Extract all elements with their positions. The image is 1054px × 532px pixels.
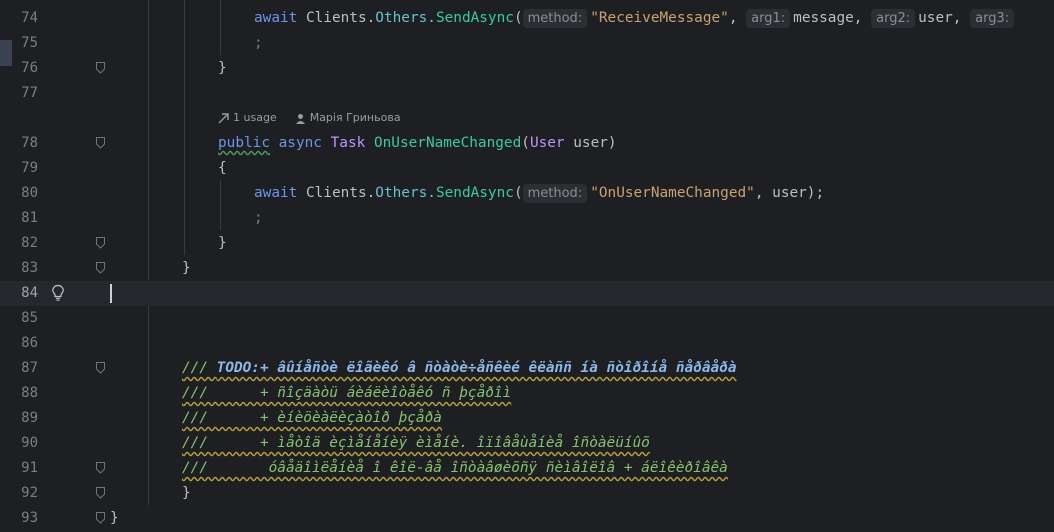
fold-end-icon[interactable] xyxy=(96,62,105,74)
code-line[interactable]: 78 public async Task OnUserNameChanged(U… xyxy=(0,131,1054,156)
line-number: 83 xyxy=(21,260,38,276)
code-line[interactable]: 81 ; xyxy=(0,206,1054,231)
parameter-hint: arg1: xyxy=(746,9,791,28)
line-number: 79 xyxy=(21,160,38,176)
text-caret xyxy=(110,284,112,303)
line-number: 91 xyxy=(21,460,38,476)
code-line[interactable]: 88 /// + ñîçäàòü áèáëèîòåêó ñ þçåðîì xyxy=(0,381,1054,406)
line-number: 85 xyxy=(21,310,38,326)
code-line[interactable]: 89 /// + èíèöèàëèçàòîð þçåðà xyxy=(0,406,1054,431)
code-line[interactable]: 92 } xyxy=(0,481,1054,506)
fold-end-icon[interactable] xyxy=(96,262,105,274)
fold-end-icon[interactable] xyxy=(96,512,105,524)
code-line[interactable]: 87 /// TODO:+ âûíåñòè ëîãèêó â ñòàòè÷åñê… xyxy=(0,356,1054,381)
line-number: 92 xyxy=(21,485,38,501)
code-line[interactable]: 75 ; xyxy=(0,31,1054,56)
code-line[interactable]: 79 { xyxy=(0,156,1054,181)
line-number: 86 xyxy=(21,335,38,351)
code-text: public async Task OnUserNameChanged(User… xyxy=(218,135,617,151)
current-code-line[interactable]: 84 xyxy=(0,281,1054,306)
parameter-hint: method: xyxy=(522,184,588,203)
line-number: 88 xyxy=(21,385,38,401)
line-number: 82 xyxy=(21,235,38,251)
code-line[interactable]: 77 xyxy=(0,81,1054,106)
usage-count[interactable]: 1 usage xyxy=(233,110,277,126)
code-text: ; xyxy=(254,210,263,226)
code-lens[interactable]: 1 usage Марія Гриньова xyxy=(218,110,401,126)
fold-end-icon[interactable] xyxy=(96,237,105,249)
line-number: 90 xyxy=(21,435,38,451)
line-number: 78 xyxy=(21,135,38,151)
user-icon xyxy=(295,113,305,124)
line-number: 87 xyxy=(21,360,38,376)
line-number: 76 xyxy=(21,60,38,76)
line-number: 81 xyxy=(21,210,38,226)
doc-comment: /// TODO:+ âûíåñòè ëîãèêó â ñòàòè÷åñêèé … xyxy=(182,360,737,376)
parameter-hint: method: xyxy=(522,9,588,28)
code-text: { xyxy=(218,160,227,176)
code-editor[interactable]: 74 await Clients.Others.SendAsync(method… xyxy=(0,0,1054,532)
code-line[interactable]: 85 xyxy=(0,306,1054,331)
code-line[interactable]: 90 /// + ìåòîä èçìåíåíèÿ èìåíè. îïîâåùåí… xyxy=(0,431,1054,456)
line-number: 89 xyxy=(21,410,38,426)
author-name[interactable]: Марія Гриньова xyxy=(310,110,401,126)
line-number: 77 xyxy=(21,85,38,101)
lightbulb-icon[interactable] xyxy=(50,284,66,302)
code-line[interactable]: 80 await Clients.Others.SendAsync(method… xyxy=(0,181,1054,206)
code-text: } xyxy=(218,60,227,76)
line-number: 93 xyxy=(21,510,38,526)
parameter-hint: arg3: xyxy=(970,9,1015,28)
code-line[interactable]: 83 } xyxy=(0,256,1054,281)
line-number: 80 xyxy=(21,185,38,201)
code-line[interactable]: 86 xyxy=(0,331,1054,356)
doc-comment: /// + èíèöèàëèçàòîð þçåðà xyxy=(182,410,442,426)
usages-icon xyxy=(218,112,229,123)
code-text: await Clients.Others.SendAsync(method: "R… xyxy=(254,6,1017,31)
line-number: 75 xyxy=(21,35,38,51)
line-number: 84 xyxy=(21,285,38,301)
parameter-hint: arg2: xyxy=(871,9,916,28)
code-text: } xyxy=(218,235,227,251)
doc-comment: /// + ìåòîä èçìåíåíèÿ èìåíè. îïîâåùåíèå … xyxy=(182,435,650,451)
fold-end-icon[interactable] xyxy=(96,462,105,474)
code-line[interactable]: 93 } xyxy=(0,506,1054,531)
todo-comment: TODO:+ âûíåñòè ëîãèêó â ñòàòè÷åñêèé êëàñ… xyxy=(216,360,737,376)
code-line[interactable]: 74 await Clients.Others.SendAsync(method… xyxy=(0,6,1054,31)
code-line[interactable]: 76 } xyxy=(0,56,1054,81)
code-text: } xyxy=(110,510,119,526)
code-text: ; xyxy=(254,35,263,51)
code-line[interactable]: 91 /// óâåäîìëåíèå î êîë-âå îñòàâøèõñÿ ñ… xyxy=(0,456,1054,481)
doc-comment: /// óâåäîìëåíèå î êîë-âå îñòàâøèõñÿ ñèìâ… xyxy=(182,460,728,476)
fold-end-icon[interactable] xyxy=(96,487,105,499)
line-number: 74 xyxy=(21,10,38,26)
doc-comment: /// + ñîçäàòü áèáëèîòåêó ñ þçåðîì xyxy=(182,385,512,401)
code-text: } xyxy=(182,485,191,501)
code-text: await Clients.Others.SendAsync(method: "O… xyxy=(254,184,825,203)
fold-start-icon[interactable] xyxy=(96,137,105,149)
code-text: } xyxy=(182,260,191,276)
code-line[interactable]: 82 } xyxy=(0,231,1054,256)
fold-start-icon[interactable] xyxy=(96,362,105,374)
